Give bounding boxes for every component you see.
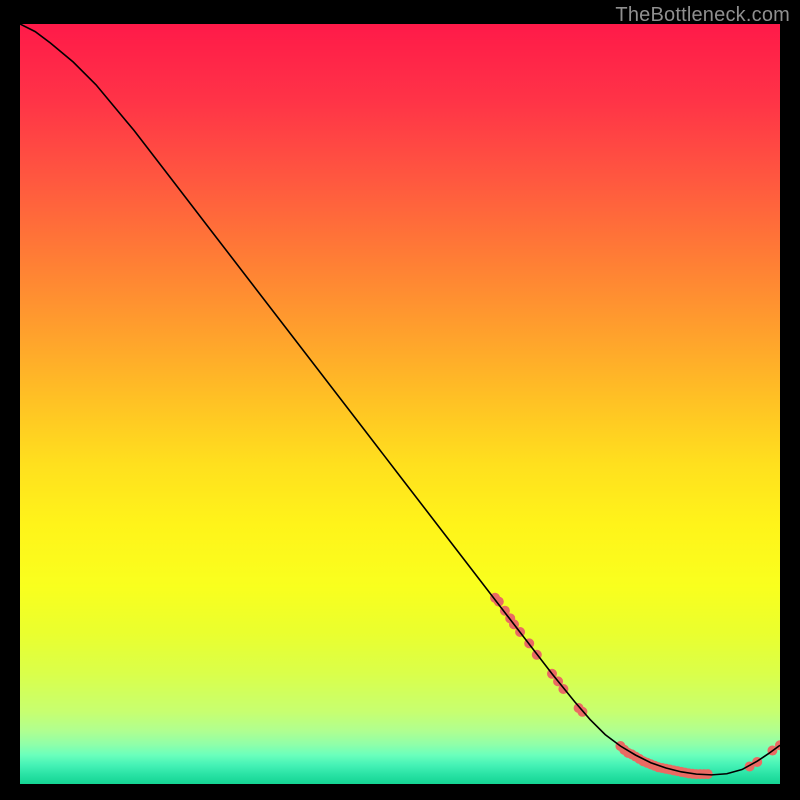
- gradient-background: [20, 24, 780, 784]
- bottleneck-chart: [20, 24, 780, 784]
